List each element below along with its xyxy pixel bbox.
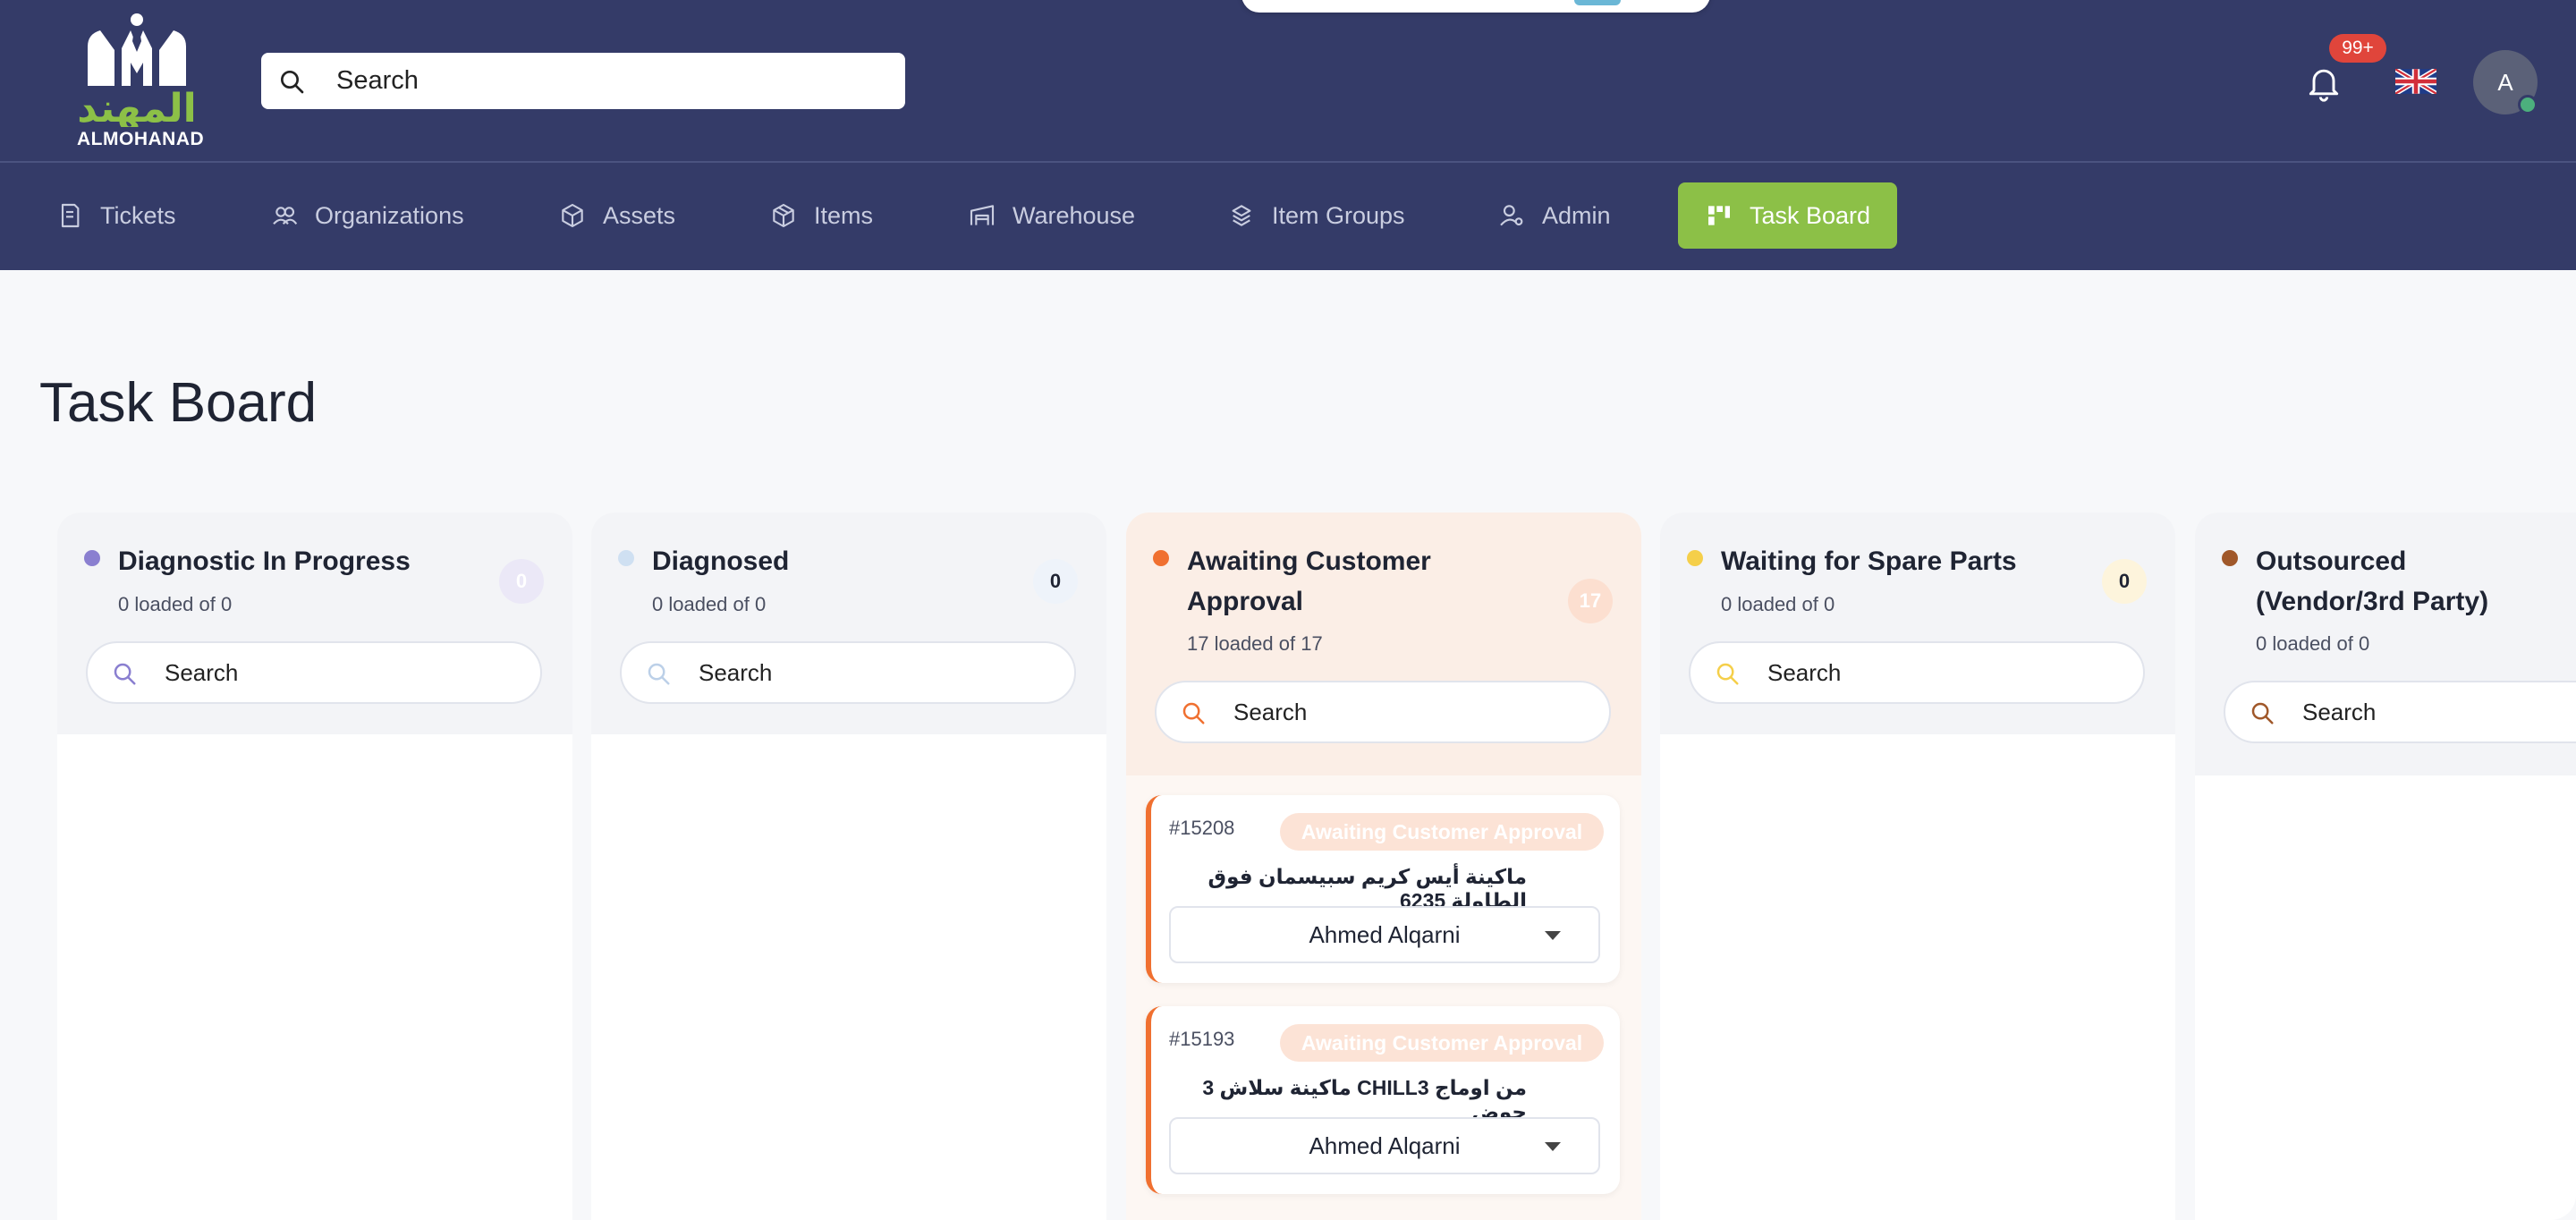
brand-latin-text: ALMOHANAD [77,129,205,149]
status-dot [1153,550,1169,566]
column-title: Outsourced (Vendor/3rd Party) [2256,546,2489,616]
column-search-input[interactable] [2302,682,2576,741]
warehouse-icon [970,205,995,225]
search-icon [114,663,136,685]
cube-icon [562,203,583,228]
nav-item-label: Task Board [1750,201,1871,229]
column-search[interactable] [1155,681,1611,743]
nav-item-task-board[interactable]: Task Board [1678,182,1898,249]
column-search-input[interactable] [165,643,522,702]
user-gear-icon [1500,205,1523,226]
column-loaded-count: 17 loaded of 17 [1187,632,1323,655]
toast-notification [1241,0,1710,13]
task-card[interactable]: #15208 Awaiting Customer Approval ماكينة… [1146,795,1620,983]
column-search[interactable] [2224,681,2576,743]
nav-item-assets[interactable]: Assets [558,182,675,249]
online-status-dot [2518,95,2538,114]
board-column-awaiting-customer-approval: Awaiting Customer Approval 17 loaded of … [1126,513,1641,1220]
assignee-name: Ahmed Alqarni [1309,1132,1461,1159]
column-search[interactable] [620,641,1076,704]
nav-item-warehouse[interactable]: Warehouse [968,182,1135,249]
notification-count-badge: 99+ [2329,34,2386,63]
column-loaded-count: 0 loaded of 0 [1721,593,1835,615]
nav-item-items[interactable]: Items [769,182,873,249]
users-icon [273,207,298,225]
status-dot [618,550,634,566]
nav-item-label: Assets [603,201,676,229]
search-icon [1716,663,1739,685]
search-icon [2251,702,2274,724]
assignee-name: Ahmed Alqarni [1309,921,1461,948]
main-nav: Tickets Organizations Assets Items Wareh… [0,163,2576,270]
column-search-input[interactable] [699,643,1056,702]
ticket-id: #15208 [1169,817,1235,839]
caret-down-icon [1545,1142,1561,1151]
column-search-input[interactable] [1767,643,2125,702]
column-search[interactable] [86,641,542,704]
assignee-select[interactable]: Ahmed Alqarni [1169,1117,1600,1174]
ticket-id: #15193 [1169,1028,1235,1050]
page-title: Task Board [39,372,318,434]
logo-mark-icon: المهند [77,13,197,131]
column-header: Outsourced (Vendor/3rd Party) 0 loaded o… [2195,513,2576,775]
brand-arabic-text: المهند [77,86,197,127]
global-search-input[interactable] [336,53,891,109]
nav-item-label: Warehouse [1013,201,1136,229]
column-title: Awaiting Customer Approval [1187,546,1431,616]
app-frame: المهند ALMOHANAD 99+ A [0,0,2576,1220]
column-loaded-count: 0 loaded of 0 [118,593,233,615]
board-column-diagnosed: Diagnosed 0 loaded of 0 0 [591,513,1106,1220]
nav-item-label: Tickets [100,201,176,229]
board-column-waiting-for-spare-parts: Waiting for Spare Parts 0 loaded of 0 0 [1660,513,2175,1220]
status-dot [2222,550,2238,566]
column-header: Waiting for Spare Parts 0 loaded of 0 0 [1660,513,2175,734]
brand-logo[interactable]: المهند ALMOHANAD [72,11,205,152]
nav-item-label: Organizations [315,201,464,229]
board-column-diagnostic-in-progress: Diagnostic In Progress 0 loaded of 0 0 [57,513,572,1220]
nav-item-label: Items [814,201,874,229]
language-uk-flag-icon[interactable] [2395,69,2436,94]
column-title: Waiting for Spare Parts [1721,546,2017,576]
status-dot [84,550,100,566]
nav-item-label: Item Groups [1272,201,1405,229]
task-card[interactable]: #15193 Awaiting Customer Approval من اوم… [1146,1006,1620,1194]
column-loaded-count: 0 loaded of 0 [652,593,767,615]
layers-icon [1232,205,1251,226]
board-icon [1708,206,1730,225]
status-dot [1687,550,1703,566]
board-column-outsourced: Outsourced (Vendor/3rd Party) 0 loaded o… [2195,513,2576,1220]
nav-item-item-groups[interactable]: Item Groups [1227,182,1405,249]
column-header: Diagnosed 0 loaded of 0 0 [591,513,1106,734]
caret-down-icon [1545,931,1561,940]
toast-action-button[interactable] [1574,0,1621,5]
global-search[interactable] [261,53,905,109]
column-count-badge: 0 [1033,559,1078,604]
column-count-badge: 0 [2102,559,2147,604]
ticket-icon [61,203,80,228]
search-icon [648,663,670,685]
column-loaded-count: 0 loaded of 0 [2256,632,2370,655]
column-title: Diagnostic In Progress [118,546,411,576]
column-count-badge: 17 [1568,579,1613,623]
status-badge: Awaiting Customer Approval [1280,813,1604,851]
column-title: Diagnosed [652,546,790,576]
box-icon [773,203,794,228]
nav-item-tickets[interactable]: Tickets [55,182,176,249]
notification-bell-icon[interactable] [2304,63,2343,102]
search-icon [1182,702,1205,724]
status-badge: Awaiting Customer Approval [1280,1024,1604,1062]
column-header: Diagnostic In Progress 0 loaded of 0 0 [57,513,572,734]
nav-item-organizations[interactable]: Organizations [270,182,464,249]
column-search-input[interactable] [1233,682,1591,741]
search-icon [281,71,304,94]
column-count-badge: 0 [499,559,544,604]
column-search[interactable] [1689,641,2145,704]
nav-item-admin[interactable]: Admin [1497,182,1611,249]
column-header: Awaiting Customer Approval 17 loaded of … [1126,513,1641,775]
top-header: المهند ALMOHANAD 99+ A [0,0,2576,163]
nav-item-label: Admin [1542,201,1611,229]
assignee-select[interactable]: Ahmed Alqarni [1169,906,1600,963]
